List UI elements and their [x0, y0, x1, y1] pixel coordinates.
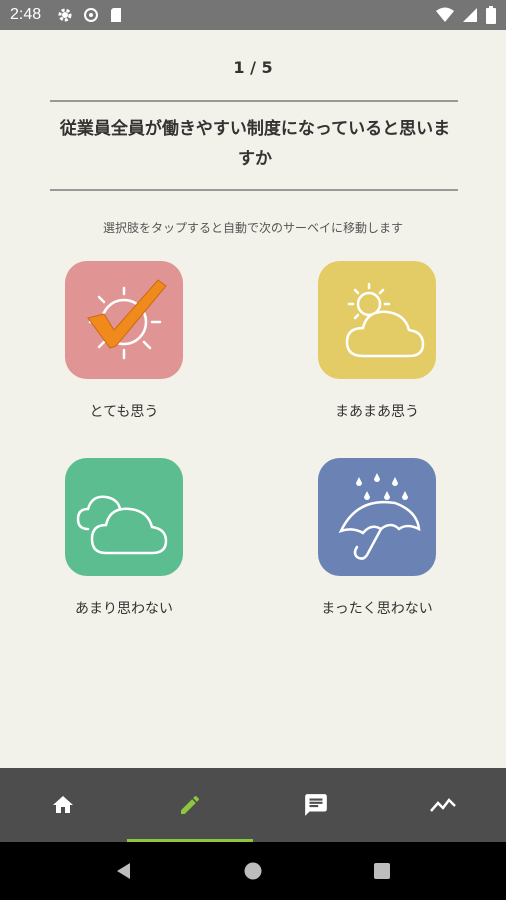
- system-nav-bar: [0, 842, 506, 900]
- nav-home[interactable]: [0, 768, 127, 842]
- divider-bottom: [50, 189, 458, 191]
- clouds-icon: [76, 495, 168, 555]
- gear-icon: [58, 8, 72, 22]
- option-tile[interactable]: [318, 458, 436, 576]
- home-circle-icon[interactable]: [243, 861, 263, 881]
- option-tile[interactable]: [65, 458, 183, 576]
- option-tile[interactable]: [65, 261, 183, 379]
- battery-icon: [486, 6, 496, 24]
- umbrella-rain-icon: [338, 473, 421, 560]
- vpn-icon: [84, 8, 99, 22]
- check-mark-icon: [87, 279, 167, 349]
- recents-icon[interactable]: [372, 861, 392, 881]
- status-bar: 2:48: [0, 0, 506, 30]
- wifi-icon: [436, 7, 454, 22]
- survey-hint: 選択肢をタップすると自動で次のサーベイに移動します: [102, 221, 403, 235]
- pencil-icon: [180, 795, 199, 814]
- sd-card-icon: [111, 8, 122, 22]
- survey-counter: 1 / 5: [233, 58, 273, 77]
- survey-question: 従業員全員が働きやすい制度になっていると思いますか: [59, 119, 451, 169]
- sun-cloud-icon: [345, 282, 425, 358]
- nav-survey[interactable]: [126, 768, 254, 842]
- option-somewhat-agree[interactable]: まあまあ思う: [292, 261, 462, 421]
- option-label: とても思う: [89, 404, 159, 420]
- chat-icon: [305, 794, 328, 816]
- option-label: まあまあ思う: [335, 404, 419, 420]
- nav-trends[interactable]: [380, 768, 506, 842]
- home-icon: [53, 796, 74, 813]
- back-icon[interactable]: [114, 861, 134, 881]
- option-label: まったく思わない: [321, 601, 433, 617]
- status-time: 2:48: [10, 6, 42, 23]
- signal-icon: [463, 8, 477, 22]
- option-label: あまり思わない: [75, 601, 173, 617]
- bottom-nav: [0, 768, 506, 842]
- option-tile[interactable]: [318, 261, 436, 379]
- option-somewhat-disagree[interactable]: あまり思わない: [39, 458, 209, 618]
- option-strongly-agree[interactable]: とても思う: [39, 261, 209, 421]
- divider-top: [50, 100, 458, 102]
- sun-icon: [87, 279, 167, 360]
- option-strongly-disagree[interactable]: まったく思わない: [292, 458, 462, 618]
- trend-icon: [429, 798, 456, 812]
- nav-messages[interactable]: [253, 768, 380, 842]
